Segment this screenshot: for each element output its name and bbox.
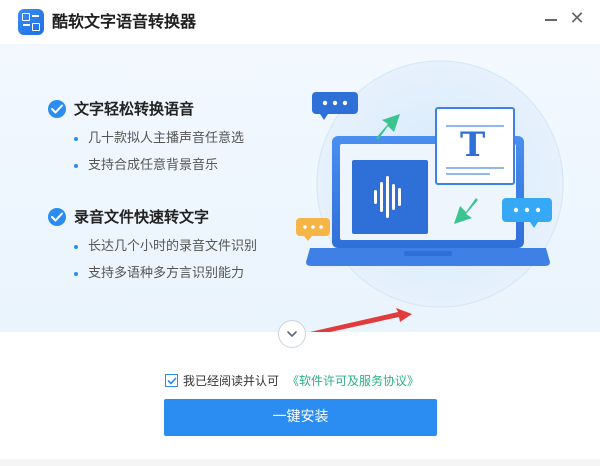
- expand-details-button[interactable]: [278, 320, 306, 348]
- expand-chevron-icon: [287, 331, 297, 337]
- checkbox-check-icon: [167, 377, 177, 385]
- feature-title: 录音文件快速转文字: [74, 208, 210, 226]
- minimize-button[interactable]: [540, 8, 562, 30]
- agreement-checkbox[interactable]: [165, 374, 178, 387]
- close-icon: ✕: [569, 8, 585, 29]
- bottom-strip: [0, 459, 600, 466]
- svg-text:T: T: [460, 125, 485, 165]
- feature-bullet: 支持多语种多方言识别能力: [74, 265, 244, 283]
- laptop-illustration: T: [290, 44, 600, 336]
- feature-bullet: 长达几个小时的录音文件识别: [74, 238, 257, 256]
- install-button[interactable]: 一键安装: [164, 399, 437, 436]
- feature-title: 文字轻松转换语音: [74, 100, 195, 118]
- hero-banner: 文字轻松转换语音 几十款拟人主播声音任意选 支持合成任意背景音乐 录音文件快速转…: [0, 44, 600, 336]
- license-agreement-link[interactable]: 《软件许可及服务协议》: [287, 372, 419, 390]
- feature-bullet: 几十款拟人主播声音任意选: [74, 130, 244, 148]
- title-bar: 酷软文字语音转换器 ✕: [0, 0, 600, 44]
- agreement-label: 我已经阅读并认可: [183, 374, 280, 388]
- app-title: 酷软文字语音转换器: [52, 12, 197, 31]
- app-logo-icon: [18, 9, 44, 35]
- check-icon: [48, 100, 66, 118]
- check-icon: [48, 208, 66, 226]
- installer-window: 酷软文字语音转换器 ✕ 文字轻松转换语音 几十款拟人主播声音任意选 支持合成任意…: [0, 0, 600, 466]
- feature-bullet: 支持合成任意背景音乐: [74, 157, 218, 175]
- close-button[interactable]: ✕: [566, 8, 588, 30]
